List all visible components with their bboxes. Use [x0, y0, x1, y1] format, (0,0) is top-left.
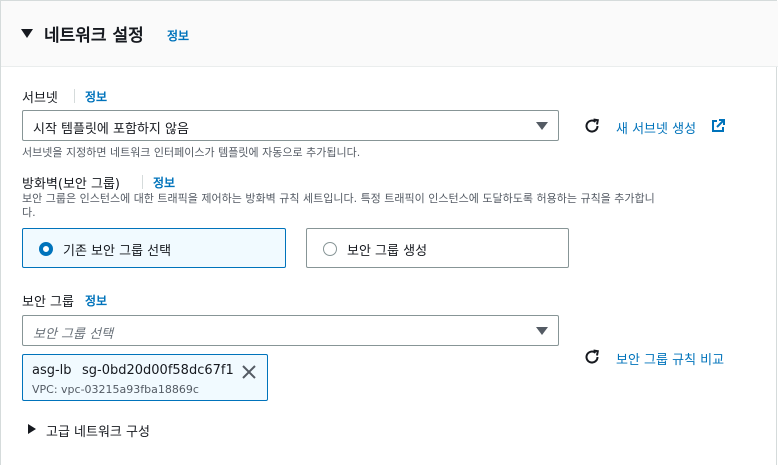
subnet-info-link[interactable]: 정보: [85, 88, 107, 105]
subnet-select-value: 시작 템플릿에 포함하지 않음: [33, 122, 189, 137]
security-group-token: asg-lb sg-0bd20d00f58dc67f1 VPC: vpc-032…: [22, 354, 268, 401]
external-link-icon[interactable]: [711, 119, 725, 133]
refresh-icon[interactable]: [583, 117, 601, 135]
subnet-label: 서브넷: [22, 91, 58, 106]
label-divider: [142, 175, 143, 189]
firewall-info-link[interactable]: 정보: [153, 174, 175, 191]
token-vpc: VPC: vpc-03215a93fba18869c: [32, 383, 199, 396]
create-subnet-link[interactable]: 새 서브넷 생성: [616, 118, 696, 137]
security-group-label: 보안 그룹: [22, 295, 74, 310]
security-group-select[interactable]: 보안 그룹 선택: [22, 315, 559, 346]
section-header[interactable]: 네트워크 설정 정보: [1, 1, 778, 67]
token-name: asg-lb: [32, 363, 72, 378]
security-group-info-link[interactable]: 정보: [85, 292, 107, 309]
label-divider: [74, 89, 75, 103]
subnet-select[interactable]: 시작 템플릿에 포함하지 않음: [22, 110, 559, 141]
advanced-network-config-toggle[interactable]: 고급 네트워크 구성: [46, 421, 150, 440]
firewall-description-line1: 보안 그룹은 인스턴스에 대한 트래픽을 제어하는 방화벽 규칙 세트입니다. …: [22, 192, 655, 205]
token-id: sg-0bd20d00f58dc67f1: [82, 363, 234, 378]
network-settings-panel: 네트워크 설정 정보 서브넷 정보 시작 템플릿에 포함하지 않음 새 서브넷 …: [0, 0, 778, 465]
caret-down-icon[interactable]: [21, 29, 33, 38]
radio-existing-label: 기존 보안 그룹 선택: [63, 244, 172, 259]
radio-selected-icon[interactable]: [39, 242, 53, 256]
dropdown-arrow-icon: [536, 327, 548, 335]
dropdown-arrow-icon: [536, 122, 548, 130]
radio-create-label: 보안 그룹 생성: [347, 244, 428, 259]
radio-create-security-group[interactable]: 보안 그룹 생성: [306, 228, 569, 268]
close-icon[interactable]: [241, 364, 257, 380]
section-title: 네트워크 설정: [44, 26, 144, 46]
refresh-icon[interactable]: [583, 348, 601, 366]
subnet-description: 서브넷을 지정하면 네트워크 인터페이스가 템플릿에 자동으로 추가됩니다.: [22, 146, 361, 159]
section-info-link[interactable]: 정보: [167, 27, 189, 44]
firewall-label: 방화벽(보안 그룹): [22, 177, 120, 192]
security-group-placeholder: 보안 그룹 선택: [33, 327, 114, 342]
caret-right-icon[interactable]: [28, 424, 36, 434]
radio-existing-security-group[interactable]: 기존 보안 그룹 선택: [22, 228, 286, 268]
firewall-description-line2: 다.: [22, 206, 36, 219]
radio-unselected-icon[interactable]: [323, 242, 337, 256]
compare-security-group-rules-link[interactable]: 보안 그룹 규칙 비교: [616, 349, 724, 368]
